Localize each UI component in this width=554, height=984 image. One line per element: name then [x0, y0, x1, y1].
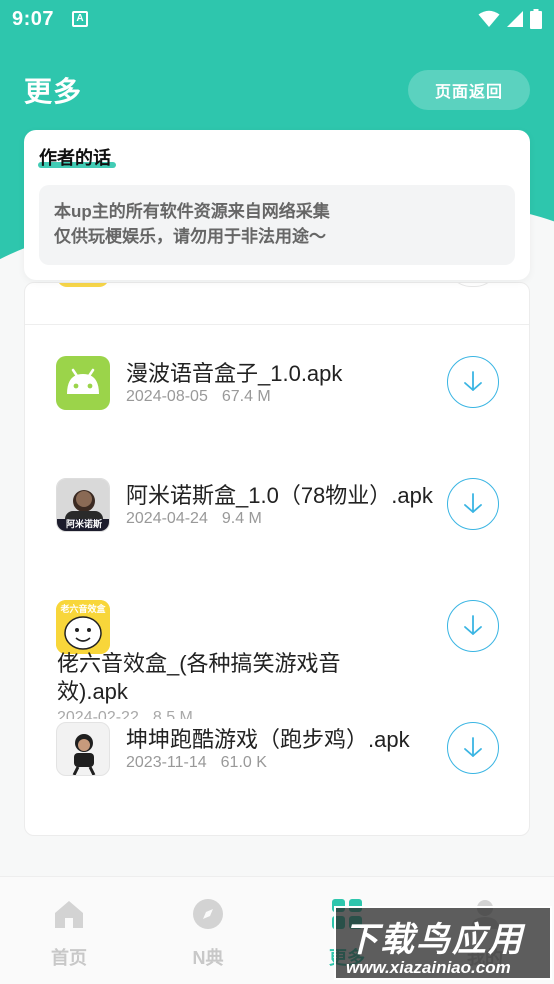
nav-ndian-label: N典	[192, 948, 224, 968]
file-size: 61.0 K	[220, 754, 267, 771]
file-name: 佬六音效盒_(各种搞笑游戏音效).apk	[57, 651, 341, 704]
notification-icon: A	[72, 11, 89, 27]
watermark: 下载鸟应用 www.xiazainiao.com	[334, 906, 552, 980]
file-meta: 2023-11-14 61.0 K	[126, 754, 267, 772]
nav-home[interactable]: 首页	[24, 897, 114, 970]
kunkun-avatar-icon	[56, 722, 110, 776]
list-item[interactable]: 老六音效盒 佬六音效盒_(各种搞笑游戏音效).apk 2024-02-22 8.5…	[25, 597, 529, 726]
list-item[interactable]: 阿米诺斯 阿米诺斯盒_1.0（78物业）.apk 2024-04-24 9.4 M	[25, 475, 529, 555]
watermark-url: www.xiazainiao.com	[346, 958, 511, 977]
partial-file-icon	[57, 283, 109, 287]
download-button[interactable]	[447, 600, 499, 652]
partial-download-button[interactable]	[447, 283, 499, 287]
nav-home-label: 首页	[51, 948, 87, 968]
status-icons	[478, 9, 542, 29]
author-note-line-2: 仅供玩梗娱乐，请勿用于非法用途～	[54, 227, 326, 246]
list-item[interactable]: 坤坤跑酷游戏（跑步鸡）.apk 2023-11-14 61.0 K	[25, 719, 529, 799]
file-meta: 2024-08-05 67.4 M	[126, 388, 271, 406]
watermark-title: 下载鸟应用	[344, 921, 524, 959]
laoliu-sound-icon: 老六音效盒	[56, 600, 110, 654]
download-button[interactable]	[447, 478, 499, 530]
author-note-heading: 作者的话	[39, 148, 111, 168]
list-item[interactable]: 漫波语音盒子_1.0.apk 2024-08-05 67.4 M	[25, 353, 529, 433]
file-date: 2023-11-14	[126, 754, 207, 771]
wifi-icon	[478, 10, 500, 27]
download-arrow-icon	[464, 615, 482, 635]
list-divider	[25, 324, 529, 325]
status-time: 9:07	[12, 7, 55, 30]
nav-ndian[interactable]: N典	[163, 897, 253, 970]
back-button[interactable]: 页面返回	[408, 70, 530, 110]
file-name: 漫波语音盒子_1.0.apk	[126, 361, 343, 386]
laoliu-icon-caption: 老六音效盒	[60, 604, 106, 614]
page-title: 更多	[24, 76, 83, 107]
android-icon	[56, 356, 110, 410]
author-note-message: 本up主的所有软件资源来自网络采集 仅供玩梗娱乐，请勿用于非法用途～	[39, 185, 515, 265]
amino-avatar-icon: 阿米诺斯	[56, 478, 110, 532]
download-arrow-icon	[464, 371, 482, 391]
battery-icon	[530, 9, 542, 29]
download-button[interactable]	[447, 722, 499, 774]
file-list[interactable]: 漫波语音盒子_1.0.apk 2024-08-05 67.4 M 阿米诺斯 阿米诺…	[24, 282, 530, 836]
compass-icon	[193, 899, 223, 929]
download-button[interactable]	[447, 356, 499, 408]
file-size: 9.4 M	[221, 510, 262, 527]
author-note-card: 作者的话 本up主的所有软件资源来自网络采集 仅供玩梗娱乐，请勿用于非法用途～	[24, 130, 530, 280]
download-arrow-icon	[464, 737, 482, 757]
signal-icon	[507, 11, 523, 27]
amino-icon-caption: 阿米诺斯	[65, 519, 102, 529]
file-size: 67.4 M	[221, 388, 271, 405]
file-date: 2024-04-24	[126, 510, 208, 527]
file-name: 阿米诺斯盒_1.0（78物业）.apk	[126, 483, 433, 508]
download-arrow-icon	[464, 493, 482, 513]
file-name: 坤坤跑酷游戏（跑步鸡）.apk	[126, 727, 410, 752]
status-bar: 9:07 A	[0, 0, 554, 38]
file-date: 2024-08-05	[126, 388, 208, 405]
home-icon	[55, 901, 83, 928]
author-note-line-1: 本up主的所有软件资源来自网络采集	[54, 202, 330, 221]
file-meta: 2024-04-24 9.4 M	[126, 510, 262, 528]
